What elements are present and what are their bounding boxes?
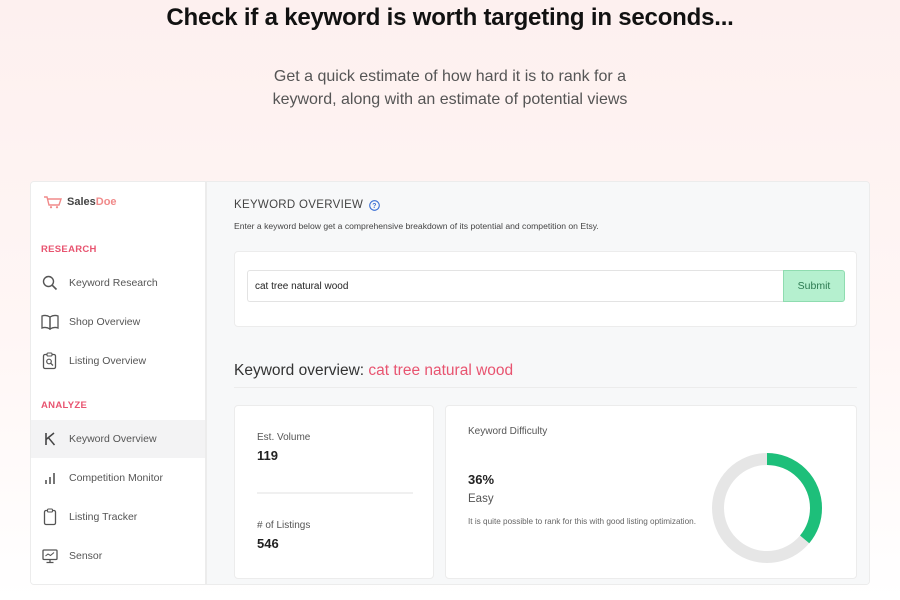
- volume-value: 119: [257, 448, 278, 463]
- sidebar-item-label: Sensor: [69, 550, 103, 562]
- section-label-analyze: ANALYZE: [41, 400, 88, 411]
- sidebar-item-competition-monitor[interactable]: Competition Monitor: [31, 459, 205, 497]
- submit-button[interactable]: Submit: [783, 270, 845, 302]
- sidebar-item-label: Listing Overview: [69, 355, 147, 367]
- clipboard-search-icon: [41, 352, 59, 370]
- overview-heading: Keyword overview: cat tree natural wood: [234, 362, 513, 380]
- sidebar-item-shop-overview[interactable]: Shop Overview: [31, 303, 205, 341]
- monitor-icon: [41, 547, 59, 565]
- divider: [234, 387, 857, 388]
- sidebar-item-label: Competition Monitor: [69, 472, 163, 484]
- k-icon: [41, 430, 59, 448]
- page-description: Enter a keyword below get a comprehensiv…: [234, 221, 599, 231]
- page-title-text: KEYWORD OVERVIEW: [234, 199, 364, 211]
- stat-divider: [257, 492, 413, 494]
- difficulty-percent: 36%: [468, 472, 495, 487]
- listings-label: # of Listings: [257, 520, 311, 531]
- sidebar-item-listing-tracker[interactable]: Listing Tracker: [31, 498, 205, 536]
- hero-title: Check if a keyword is worth targeting in…: [166, 4, 734, 31]
- sidebar-item-label: Keyword Research: [69, 277, 158, 289]
- sidebar-item-listing-overview[interactable]: Listing Overview: [31, 342, 205, 380]
- volume-label: Est. Volume: [257, 432, 311, 443]
- help-icon[interactable]: ?: [369, 199, 381, 211]
- hero-subtitle: Get a quick estimate of how hard it is t…: [272, 68, 628, 108]
- sidebar-item-keyword-research[interactable]: Keyword Research: [31, 264, 205, 302]
- cart-logo-icon: [44, 196, 62, 209]
- difficulty-donut-chart: [712, 453, 822, 563]
- difficulty-note: It is quite possible to rank for this wi…: [468, 517, 696, 526]
- brand[interactable]: SalesDoe: [43, 195, 117, 209]
- section-label-research: RESEARCH: [41, 244, 97, 255]
- search-icon: [41, 274, 59, 292]
- sidebar-item-sensor[interactable]: Sensor: [31, 537, 205, 575]
- sidebar: SalesDoe RESEARCH Keyword Research Shop …: [31, 182, 207, 584]
- keyword-difficulty-card: Keyword Difficulty 36% Easy It is quite …: [445, 405, 857, 579]
- sidebar-item-label: Shop Overview: [69, 316, 141, 328]
- stats-card: Est. Volume 119 # of Listings 546: [234, 405, 434, 579]
- search-card: Submit: [234, 251, 857, 327]
- difficulty-label: Keyword Difficulty: [468, 426, 548, 437]
- clipboard-icon: [41, 508, 59, 526]
- difficulty-rating: Easy: [468, 493, 494, 505]
- sidebar-item-label: Keyword Overview: [69, 433, 157, 445]
- brand-name: SalesDoe: [67, 196, 117, 208]
- listings-value: 546: [257, 536, 279, 551]
- page-title: KEYWORD OVERVIEW ?: [234, 199, 381, 211]
- svg-text:?: ?: [372, 202, 376, 209]
- keyword-search-input[interactable]: [247, 270, 784, 302]
- book-icon: [41, 313, 59, 331]
- bar-chart-icon: [41, 469, 59, 487]
- overview-heading-prefix: Keyword overview:: [234, 362, 369, 379]
- app-window: SalesDoe RESEARCH Keyword Research Shop …: [30, 181, 870, 585]
- sidebar-item-label: Listing Tracker: [69, 511, 138, 523]
- main-panel: KEYWORD OVERVIEW ? Enter a keyword below…: [207, 182, 869, 584]
- overview-heading-keyword: cat tree natural wood: [368, 362, 514, 379]
- sidebar-item-keyword-overview[interactable]: Keyword Overview: [31, 420, 205, 458]
